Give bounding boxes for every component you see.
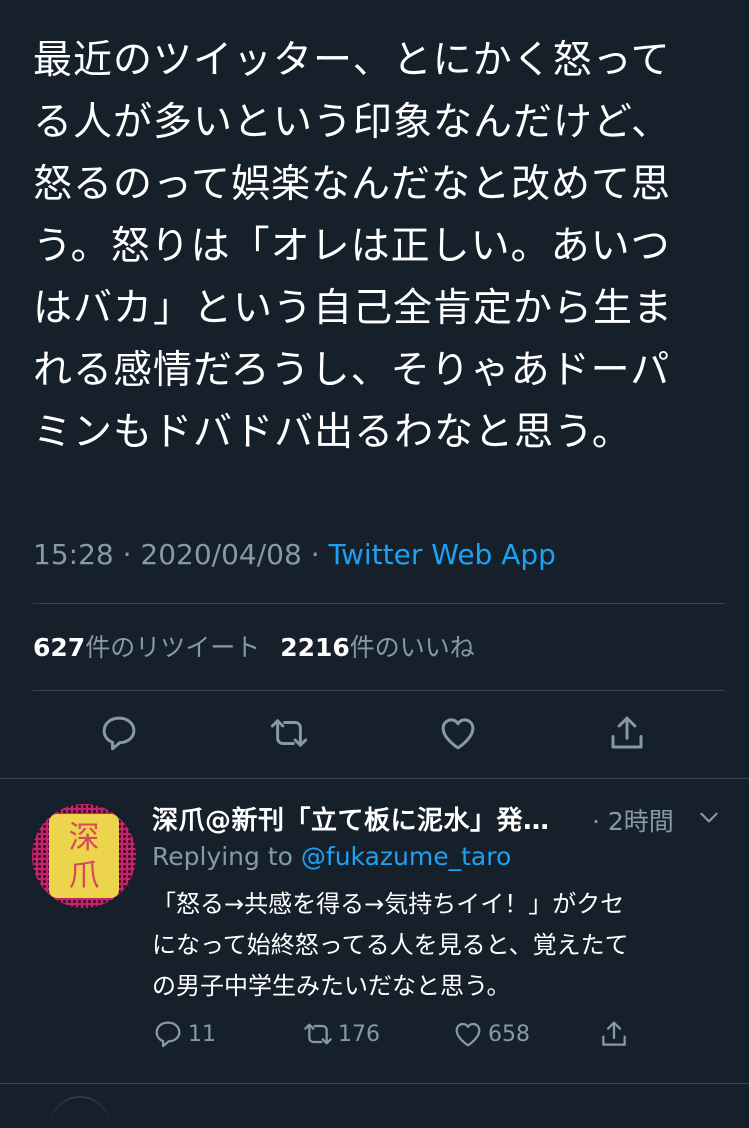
reply-icon[interactable]: [98, 712, 140, 754]
reply-author-name[interactable]: 深爪@新刊「立て板に泥水」発…: [152, 800, 550, 837]
like-label: 件のいいね: [349, 633, 475, 662]
share-icon[interactable]: [606, 712, 648, 754]
divider: [33, 603, 725, 604]
retweets-stat[interactable]: 627件のリツイート: [33, 633, 260, 662]
reply-icon: [155, 1021, 181, 1048]
tweet-stats: 627件のリツイート 2216件のいいね: [33, 628, 475, 664]
avatar-logo: 深 爪: [49, 814, 119, 898]
tweet-date[interactable]: 2020/04/08: [140, 538, 301, 571]
tweet-action-bar: [0, 712, 749, 758]
like-icon: [455, 1022, 481, 1047]
reply-time[interactable]: · 2時間: [592, 802, 674, 838]
tweet-text-line: 怒るのって娯楽なんだなと改めて思: [33, 162, 672, 207]
retweet-count: 176: [338, 1021, 380, 1047]
chevron-down-icon[interactable]: [696, 804, 722, 830]
reply-like-button[interactable]: 658: [452, 1016, 530, 1052]
tweet-text-line: ミンもドバドバ出るわなと思う。: [33, 410, 632, 455]
tweet-text-line: 最近のツイッター、とにかく怒って: [33, 38, 671, 83]
tweet-source-link[interactable]: Twitter Web App: [329, 538, 556, 571]
reply-share-button[interactable]: [598, 1016, 630, 1052]
reply-action-bar: 11 176 658: [0, 1016, 749, 1052]
like-count: 658: [488, 1021, 530, 1047]
retweet-count: 627: [33, 633, 86, 662]
reply-reply-button[interactable]: 11: [152, 1016, 216, 1052]
tweet-text-line: る人が多いという印象なんだけど、: [33, 100, 672, 145]
reply-count: 11: [188, 1021, 216, 1047]
retweet-icon[interactable]: [268, 712, 310, 754]
reply-retweet-button[interactable]: 176: [302, 1016, 380, 1052]
like-icon[interactable]: [437, 712, 479, 754]
reply-text: 「怒る→共感を得る→気持ちイイ！」がクセ になって始終怒ってる人を見ると、覚えた…: [152, 884, 722, 1007]
meta-separator: ·: [310, 538, 320, 571]
tweet-text-line: はバカ」という自己全肯定から生ま: [33, 286, 674, 331]
avatar-char: 深: [68, 820, 100, 856]
next-tweet-avatar[interactable]: [50, 1096, 110, 1128]
divider: [33, 690, 725, 691]
share-icon: [602, 1021, 626, 1046]
like-count: 2216: [280, 633, 350, 662]
tweet-time[interactable]: 15:28: [33, 538, 114, 571]
meta-separator: ·: [122, 538, 132, 571]
replying-handle[interactable]: @fukazume_taro: [301, 842, 511, 871]
reply-text-line: 「怒る→共感を得る→気持ちイイ！」がクセ: [152, 890, 625, 918]
reply-text-line: になって始終怒ってる人を見ると、覚えたて: [152, 931, 629, 959]
avatar-char: 爪: [68, 858, 100, 894]
retweet-icon: [304, 1023, 332, 1045]
divider: [0, 1083, 749, 1084]
tweet-meta: 15:28 · 2020/04/08 · Twitter Web App: [33, 538, 556, 571]
avatar[interactable]: 深 爪: [32, 804, 136, 908]
reply-text-line: の男子中学生みたいだなと思う。: [152, 972, 511, 1000]
reply-header: 深爪@新刊「立て板に泥水」発… · 2時間: [152, 800, 722, 840]
replying-to: Replying to @fukazume_taro: [152, 842, 511, 871]
tweet-text-line: れる感情だろうし、そりゃあドーパ: [33, 348, 671, 393]
replying-prefix: Replying to: [152, 842, 293, 871]
reply-tweet[interactable]: 深 爪 深爪@新刊「立て板に泥水」発… · 2時間 Replying to @f…: [0, 780, 749, 1080]
retweet-label: 件のリツイート: [85, 633, 261, 662]
tweet-text-line: う。怒りは「オレは正しい。あいつ: [33, 224, 671, 269]
divider: [0, 778, 749, 779]
likes-stat[interactable]: 2216件のいいね: [280, 633, 475, 662]
tweet-text: 最近のツイッター、とにかく怒って る人が多いという印象なんだけど、 怒るのって娯…: [33, 30, 713, 464]
